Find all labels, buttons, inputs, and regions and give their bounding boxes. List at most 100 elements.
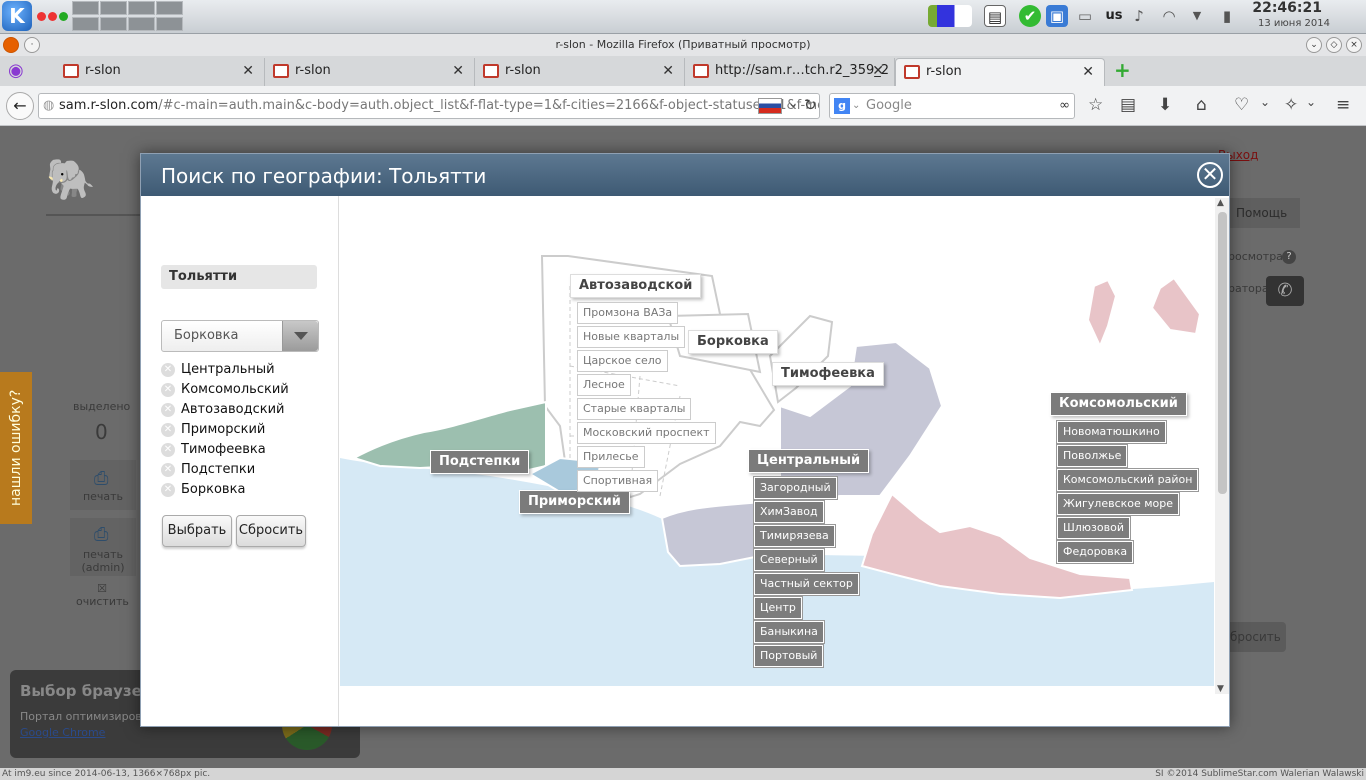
help-button[interactable]: Помощь xyxy=(1228,198,1300,228)
remove-icon[interactable]: ✕ xyxy=(161,403,175,417)
network-manager-icon[interactable]: ▣ xyxy=(1046,5,1068,27)
subdistrict-label[interactable]: Тимирязева xyxy=(753,524,836,548)
subdistrict-label[interactable]: Федоровка xyxy=(1055,540,1135,564)
desktop-pager-cell[interactable] xyxy=(72,17,99,31)
reading-list-icon[interactable]: ▤ xyxy=(1120,95,1136,115)
subdistrict-label[interactable]: Баныкина xyxy=(753,620,825,644)
help-question-icon[interactable]: ? xyxy=(1282,250,1296,264)
url-bar[interactable]: ◍ sam.r-slon.com/#c-main=auth.main&c-bod… xyxy=(38,93,820,119)
desktop-pager-cell[interactable] xyxy=(72,1,99,15)
tab-close-icon[interactable]: ✕ xyxy=(662,58,674,84)
desktop-pager-cell[interactable] xyxy=(156,1,183,15)
chevron-down-icon[interactable]: ⌄ xyxy=(1260,95,1270,109)
district-select[interactable]: Борковка xyxy=(161,320,319,352)
subdistrict-label[interactable]: Северный xyxy=(753,548,825,572)
remove-icon[interactable]: ✕ xyxy=(161,363,175,377)
map-label-timofeevka[interactable]: Тимофеевка xyxy=(772,362,884,386)
download-icon[interactable]: ⬇ xyxy=(1158,95,1172,115)
clock-date[interactable]: 13 июня 2014 xyxy=(1258,18,1330,29)
chevron-down-icon[interactable]: ⌄ xyxy=(788,96,798,110)
district-item[interactable]: ✕ Автозаводский xyxy=(161,400,289,420)
subdistrict-label[interactable]: Жигулевское море xyxy=(1055,492,1181,516)
map-label-podstepki[interactable]: Подстепки xyxy=(430,450,530,474)
select-button[interactable]: Выбрать xyxy=(162,515,232,547)
drive-icon[interactable]: ▭ xyxy=(1074,5,1096,27)
map-label-borkovka[interactable]: Борковка xyxy=(688,330,778,354)
phone-icon[interactable]: ✆ xyxy=(1266,276,1304,306)
dropdown-arrow-icon[interactable] xyxy=(282,321,318,351)
browser-tab[interactable]: r-slon ✕ xyxy=(265,58,475,86)
district-item[interactable]: ✕ Борковка xyxy=(161,480,289,500)
clock-time[interactable]: 22:46:21 xyxy=(1252,0,1322,16)
subdistrict-label[interactable]: ХимЗавод xyxy=(753,500,825,524)
city-map[interactable]: Автозаводской Борковка Тимофеевка Подсте… xyxy=(340,196,1214,686)
browser-tab[interactable]: r-slon ✕ xyxy=(55,58,265,86)
scroll-thumb[interactable] xyxy=(1218,212,1227,494)
district-item[interactable]: ✕ Комсомольский xyxy=(161,380,289,400)
clipboard-icon[interactable]: ▤ xyxy=(984,5,1006,27)
tab-close-icon[interactable]: ✕ xyxy=(242,58,254,84)
keyboard-layout-indicator[interactable]: us xyxy=(1103,5,1125,27)
subdistrict-label[interactable]: Новые кварталы xyxy=(577,326,686,348)
remove-icon[interactable]: ✕ xyxy=(161,463,175,477)
map-label-centralny[interactable]: Центральный xyxy=(748,449,870,473)
subdistrict-label[interactable]: Старые кварталы xyxy=(577,398,692,420)
subdistrict-label[interactable]: Частный сектор xyxy=(753,572,860,596)
subdistrict-label[interactable]: Спортивная xyxy=(577,470,659,492)
menu-hamburger-icon[interactable]: ≡ xyxy=(1336,95,1350,115)
binoculars-icon[interactable]: ∞ xyxy=(1059,94,1070,118)
volume-icon[interactable]: ♪ xyxy=(1128,5,1150,27)
google-icon[interactable]: g xyxy=(834,98,850,114)
addon-icon[interactable]: ✧ xyxy=(1284,95,1298,115)
russia-flag-icon[interactable] xyxy=(758,98,782,114)
back-arrow-icon[interactable]: ← xyxy=(6,92,34,120)
search-engine-dropdown-icon[interactable]: ⌄ xyxy=(852,94,860,118)
close-window-icon[interactable]: × xyxy=(1346,37,1362,53)
browser-tab-active[interactable]: r-slon ✕ xyxy=(895,58,1105,86)
print-admin-button[interactable]: ⎙ печать (admin) xyxy=(70,518,136,576)
reset-background-button[interactable]: бросить xyxy=(1226,622,1286,652)
remove-icon[interactable]: ✕ xyxy=(161,483,175,497)
map-label-komsomolsky[interactable]: Комсомольский xyxy=(1050,392,1187,416)
tray-expand-icon[interactable]: ▼ xyxy=(1186,5,1208,27)
subdistrict-label[interactable]: Новоматюшкино xyxy=(1056,420,1167,444)
subdistrict-label[interactable]: Московский проспект xyxy=(577,422,716,444)
subdistrict-label[interactable]: Загородный xyxy=(753,476,838,500)
subdistrict-label[interactable]: Прилесье xyxy=(577,446,645,468)
desktop-pager-cell[interactable] xyxy=(128,17,155,31)
district-item[interactable]: ✕ Приморский xyxy=(161,420,289,440)
maximize-icon[interactable]: ◇ xyxy=(1326,37,1342,53)
map-scrollbar[interactable]: ▲ ▼ xyxy=(1215,198,1229,694)
tab-close-icon[interactable]: ✕ xyxy=(872,58,884,84)
district-item[interactable]: ✕ Центральный xyxy=(161,360,289,380)
feedback-tab[interactable]: нашли ошибку? xyxy=(0,372,32,524)
desktop-pager-cell[interactable] xyxy=(128,1,155,15)
print-button[interactable]: ⎙ печать xyxy=(70,460,136,510)
battery-icon[interactable]: ▮ xyxy=(1216,5,1238,27)
remove-icon[interactable]: ✕ xyxy=(161,443,175,457)
map-label-avtozavodsky[interactable]: Автозаводской xyxy=(570,274,702,298)
desktop-pager-cell[interactable] xyxy=(100,17,127,31)
chevron-down-icon[interactable]: ⌄ xyxy=(1306,95,1316,109)
wifi-icon[interactable]: ◠ xyxy=(1158,5,1180,27)
tab-close-icon[interactable]: ✕ xyxy=(1082,59,1094,85)
subdistrict-label[interactable]: Лесное xyxy=(577,374,631,396)
search-input[interactable]: g ⌄ Google ∞ xyxy=(829,93,1075,119)
desktop-pager-cell[interactable] xyxy=(156,17,183,31)
remove-icon[interactable]: ✕ xyxy=(161,383,175,397)
google-chrome-link[interactable]: Google Chrome xyxy=(20,726,105,739)
district-item[interactable]: ✕ Тимофеевка xyxy=(161,440,289,460)
pocket-icon[interactable]: ♡ xyxy=(1234,95,1249,115)
subdistrict-label[interactable]: Шлюзовой xyxy=(1056,516,1131,540)
subdistrict-label[interactable]: Царское село xyxy=(577,350,668,372)
kde-launcher-icon[interactable]: K xyxy=(2,1,32,31)
browser-tab[interactable]: http://sam.r…tch.r2_359_2 ✕ xyxy=(685,58,895,86)
scroll-down-icon[interactable]: ▼ xyxy=(1217,684,1224,694)
tab-close-icon[interactable]: ✕ xyxy=(452,58,464,84)
window-menu-icon[interactable]: · xyxy=(24,37,40,53)
map-label-primorsky[interactable]: Приморский xyxy=(519,490,630,514)
browser-tab[interactable]: r-slon ✕ xyxy=(475,58,685,86)
desktop-pager-cell[interactable] xyxy=(100,1,127,15)
bookmark-star-icon[interactable]: ☆ xyxy=(1088,95,1103,115)
district-item[interactable]: ✕ Подстепки xyxy=(161,460,289,480)
